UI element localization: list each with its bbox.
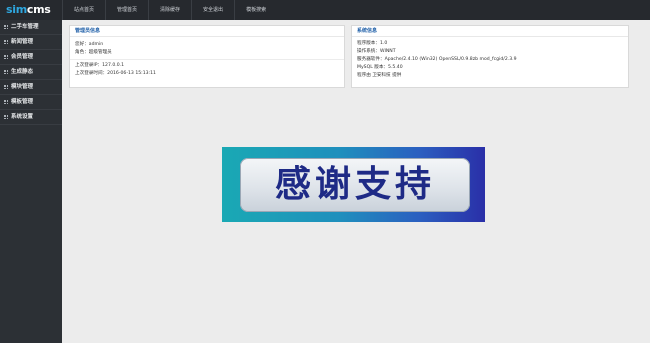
grid-icon: [4, 55, 8, 59]
sidebar-item-used-cars[interactable]: 二手车管理: [0, 20, 62, 35]
banner-plate: 感谢支持: [240, 158, 470, 212]
grid-icon: [4, 70, 8, 74]
mysql-version: MySQL 版本：5.5.40: [357, 65, 403, 70]
sidebar-item-templates[interactable]: 模板管理: [0, 95, 62, 110]
topnav-site-home[interactable]: 站点首页: [62, 0, 105, 20]
sidebar-item-label: 系统设置: [11, 113, 34, 120]
grid-icon: [4, 25, 8, 29]
sidebar-item-system-settings[interactable]: 系统设置: [0, 110, 62, 125]
sidebar-item-label: 新闻管理: [11, 38, 34, 45]
sidebar-item-label: 生成静态: [11, 68, 34, 75]
sidebar-item-label: 二手车管理: [11, 23, 39, 30]
last-login-time: 上次登录时间：2016-06-13 15:13:11: [75, 71, 156, 76]
logo-part-cms: cms: [26, 3, 51, 16]
admin-info-panel: 管理员信息 您好：admin 角色：超级管理员 上次登录IP：127.0.0.1…: [69, 25, 345, 88]
grid-icon: [4, 115, 8, 119]
last-login-ip: 上次登录IP：127.0.0.1: [75, 63, 125, 68]
system-info-panel: 系统信息 程序版本：1.0 操作系统：WINNT 服务器软件：Apache/2.…: [351, 25, 629, 88]
sidebar-item-label: 模块管理: [11, 83, 34, 90]
server-software: 服务器软件：Apache/2.4.10 (Win32) OpenSSL/0.9.…: [357, 57, 517, 62]
top-bar: simcms 站点首页 管理首页 清除缓存 安全退出 模板搜索: [0, 0, 650, 20]
sidebar-item-generate-static[interactable]: 生成静态: [0, 65, 62, 80]
topnav-logout[interactable]: 安全退出: [191, 0, 234, 20]
sidebar-item-news[interactable]: 新闻管理: [0, 35, 62, 50]
sidebar-item-label: 模板管理: [11, 98, 34, 105]
topnav-template-search[interactable]: 模板搜索: [234, 0, 277, 20]
sidebar: 二手车管理 新闻管理 会员管理 生成静态 模块管理 模板管理 系统设置: [0, 20, 62, 343]
grid-icon: [4, 85, 8, 89]
banner-text: 感谢支持: [274, 164, 435, 205]
logo-part-sim: sim: [6, 3, 27, 16]
admin-info-title: 管理员信息: [70, 26, 344, 37]
divider: [70, 59, 344, 60]
logo[interactable]: simcms: [0, 0, 62, 20]
grid-icon: [4, 40, 8, 44]
program-version: 程序版本：1.0: [357, 41, 388, 46]
admin-greeting: 您好：admin: [75, 42, 104, 47]
topnav-admin-home[interactable]: 管理首页: [105, 0, 148, 20]
thanks-banner-image: 感谢支持: [222, 147, 485, 222]
sidebar-item-modules[interactable]: 模块管理: [0, 80, 62, 95]
program-provider: 程序由 卫安科技 提供: [357, 73, 402, 78]
admin-role: 角色：超级管理员: [75, 50, 112, 55]
topnav-clear-cache[interactable]: 清除缓存: [148, 0, 191, 20]
top-nav: 站点首页 管理首页 清除缓存 安全退出 模板搜索: [62, 0, 277, 20]
sidebar-item-label: 会员管理: [11, 53, 34, 60]
grid-icon: [4, 100, 8, 104]
operating-system: 操作系统：WINNT: [357, 49, 396, 54]
system-info-title: 系统信息: [352, 26, 628, 37]
sidebar-item-members[interactable]: 会员管理: [0, 50, 62, 65]
